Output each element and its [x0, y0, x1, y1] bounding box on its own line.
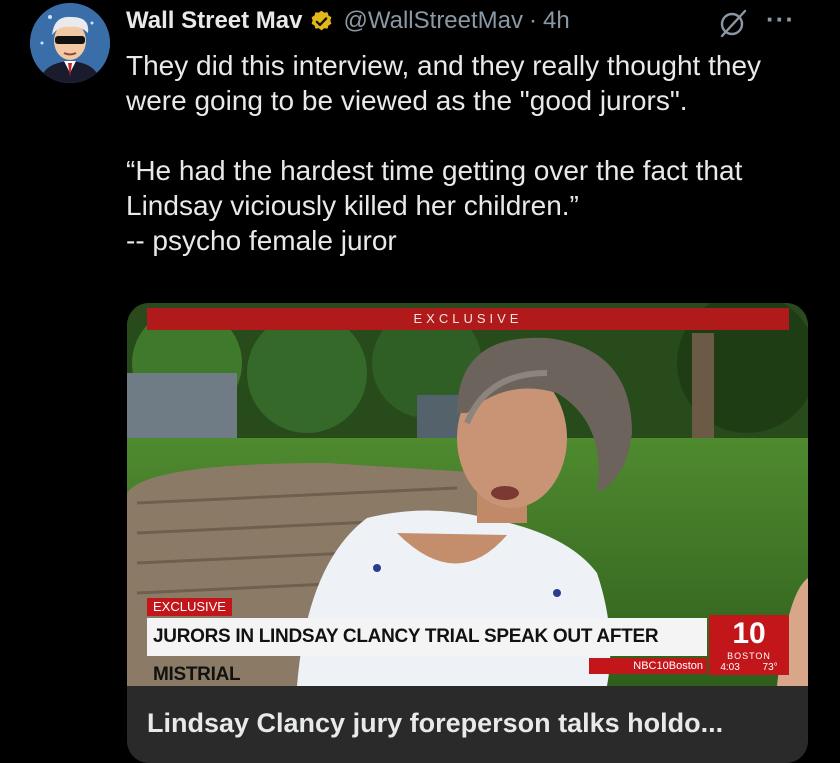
- clock: 4:03: [720, 662, 740, 673]
- tweet-text: They did this interview, and they really…: [126, 48, 826, 258]
- link-card-title[interactable]: Lindsay Clancy jury foreperson talks hol…: [147, 708, 723, 739]
- separator-dot: ·: [529, 7, 538, 34]
- tweet-text-line: -- psycho female juror: [126, 225, 397, 256]
- tweet-text-line: They did this interview, and they really…: [126, 50, 762, 81]
- tweet-text-line: “He had the hardest time getting over th…: [126, 155, 743, 186]
- grok-icon[interactable]: [718, 8, 748, 38]
- author-display-name[interactable]: Wall Street Mav: [126, 7, 303, 35]
- author-handle[interactable]: @WallStreetMav: [344, 7, 524, 35]
- exclusive-tag: EXCLUSIVE: [147, 598, 232, 616]
- station-city: BOSTON: [727, 651, 771, 661]
- station-logo: 10 BOSTON 4:03 73°: [709, 615, 789, 675]
- tweet-text-line: Lindsay viciously killed her children.”: [126, 190, 579, 221]
- exclusive-top-banner: EXCLUSIVE: [147, 308, 789, 330]
- social-handle-strip: NBC10Boston: [589, 658, 707, 674]
- station-number: 10: [732, 617, 766, 650]
- news-headline: JURORS IN LINDSAY CLANCY TRIAL SPEAK OUT…: [147, 618, 707, 685]
- social-handle: NBC10Boston: [633, 660, 703, 672]
- tweet-timestamp[interactable]: 4h: [543, 7, 570, 35]
- temperature: 73°: [762, 662, 778, 673]
- link-card[interactable]: Lindsay Clancy jury foreperson talks hol…: [127, 686, 808, 763]
- avatar[interactable]: [30, 3, 110, 83]
- avatar-illustration: [30, 3, 110, 83]
- tweet-text-line: were going to be viewed as the "good jur…: [126, 85, 688, 116]
- media-card[interactable]: EXCLUSIVE EXCLUSIVE JURORS IN LINDSAY CL…: [127, 303, 808, 763]
- station-meta: 4:03 73°: [709, 661, 789, 675]
- tweet-header: Wall Street Mav @WallStreetMav · 4h: [126, 2, 570, 40]
- more-icon[interactable]: ···: [766, 4, 795, 35]
- verified-badge-icon[interactable]: [309, 9, 334, 34]
